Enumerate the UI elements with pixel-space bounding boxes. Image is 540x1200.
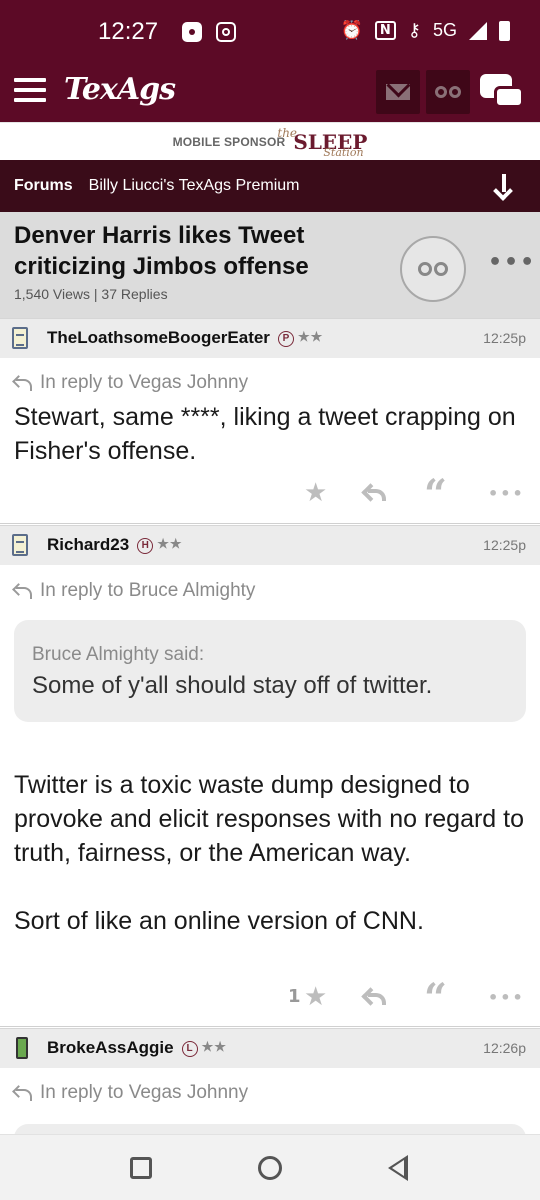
app-header: TexAgs: [0, 66, 540, 122]
notification-icons: [182, 22, 236, 42]
menu-icon[interactable]: [14, 78, 46, 104]
sponsor-brand-small: the: [277, 125, 298, 140]
quote-icon[interactable]: “: [424, 979, 447, 1019]
reply-to-text: In reply to Vegas Johnny: [40, 1082, 249, 1103]
watchlist-button[interactable]: [426, 70, 470, 114]
quote-text: Some of y'all should stay off of twitter…: [32, 672, 433, 699]
network-type-label: 5G: [432, 20, 457, 40]
star-icon[interactable]: ★: [304, 478, 327, 508]
recording-icon: [216, 22, 236, 42]
reply-icon[interactable]: [364, 988, 390, 1008]
user-avatar-icon[interactable]: [12, 534, 28, 556]
thread-title: Denver Harris likes Tweet criticizing Ji…: [14, 222, 309, 280]
user-avatar-icon[interactable]: [12, 327, 28, 349]
post-header: BrokeAssAggie L ★★ 12:26p: [0, 1028, 540, 1068]
user-stars: ★★: [201, 1039, 227, 1054]
post-body: Stewart, same ****, liking a tweet crapp…: [14, 403, 516, 465]
user-stars: ★★: [157, 536, 183, 551]
watch-thread-button[interactable]: [400, 236, 466, 302]
reply-arrow-icon: [14, 1084, 34, 1101]
post-time: 12:26p: [483, 1040, 526, 1056]
sponsor-label: MOBILE SPONSOR: [172, 134, 286, 149]
mail-icon: [386, 84, 410, 100]
reply-to-text: In reply to Bruce Almighty: [40, 580, 256, 601]
quote-author: Bruce Almighty said:: [32, 644, 205, 665]
home-icon[interactable]: [258, 1156, 282, 1180]
alarm-icon: ⏰: [340, 20, 363, 41]
recents-icon[interactable]: [130, 1157, 152, 1179]
post-time: 12:25p: [483, 330, 526, 346]
arrow-down-icon[interactable]: [494, 174, 514, 198]
post-time: 12:25p: [483, 537, 526, 553]
thread-header: Denver Harris likes Tweet criticizing Ji…: [0, 212, 540, 318]
thread-more-icon[interactable]: •••: [488, 250, 536, 275]
back-icon[interactable]: [388, 1155, 408, 1181]
post-header: Richard23 H ★★ 12:25p: [0, 525, 540, 565]
post-divider: [0, 1026, 540, 1027]
chat-icon[interactable]: [480, 74, 526, 112]
nfc-icon: N: [374, 21, 396, 40]
thread-meta: 1,540 Views | 37 Replies: [14, 286, 168, 302]
signal-icon: [469, 21, 487, 40]
reply-to-text: In reply to Vegas Johnny: [40, 372, 249, 393]
system-nav-bar: [0, 1134, 540, 1200]
post-username[interactable]: BrokeAssAggie: [47, 1038, 174, 1057]
sponsor-logo: the SLEEP Station: [277, 126, 367, 159]
star-count: 1: [288, 986, 301, 1007]
user-badge: L: [181, 1041, 198, 1057]
user-badge: P: [277, 331, 294, 347]
post-header: TheLoathsomeBoogerEater P ★★ 12:25p: [0, 318, 540, 358]
battery-icon: [499, 20, 510, 41]
app-notification-icon: [182, 22, 202, 42]
reply-arrow-icon: [14, 374, 34, 391]
star-icon[interactable]: ★: [304, 982, 327, 1012]
more-icon[interactable]: •••: [488, 484, 525, 514]
messages-button[interactable]: [376, 70, 420, 114]
status-bar: 12:27 ⏰ N ⚷ 5G: [0, 0, 540, 66]
post-actions: ★ “ •••: [0, 475, 540, 515]
breadcrumb-forums[interactable]: Forums: [14, 177, 73, 195]
quote-block: Bruce Almighty said: Some of y'all shoul…: [14, 620, 526, 722]
reply-arrow-icon: [14, 582, 34, 599]
post-actions: 1 ★ “ •••: [0, 979, 540, 1019]
texags-logo[interactable]: TexAgs: [64, 72, 176, 107]
reply-to-link[interactable]: In reply to Bruce Almighty: [14, 580, 255, 602]
binoculars-icon: [435, 86, 461, 98]
reply-to-link[interactable]: In reply to Vegas Johnny: [14, 372, 248, 394]
sponsor-banner[interactable]: MOBILE SPONSOR the SLEEP Station: [0, 122, 540, 160]
system-icons: ⏰ N ⚷ 5G: [340, 20, 510, 41]
user-avatar-icon[interactable]: [16, 1037, 28, 1059]
reply-icon[interactable]: [364, 484, 390, 504]
status-time: 12:27: [98, 18, 159, 45]
post-username[interactable]: Richard23: [47, 535, 129, 554]
sponsor-brand-sub: Station: [323, 145, 364, 159]
post-divider: [0, 523, 540, 524]
quote-icon[interactable]: “: [424, 475, 447, 515]
user-badge: H: [137, 538, 154, 554]
key-icon: ⚷: [407, 20, 421, 41]
breadcrumb: Forums Billy Liucci's TexAgs Premium: [0, 160, 540, 212]
more-icon[interactable]: •••: [488, 988, 525, 1018]
user-stars: ★★: [297, 329, 324, 344]
breadcrumb-board[interactable]: Billy Liucci's TexAgs Premium: [89, 177, 300, 195]
reply-to-link[interactable]: In reply to Vegas Johnny: [14, 1082, 248, 1104]
post-body: Twitter is a toxic waste dump designed t…: [14, 771, 525, 935]
post-username[interactable]: TheLoathsomeBoogerEater: [47, 328, 270, 347]
